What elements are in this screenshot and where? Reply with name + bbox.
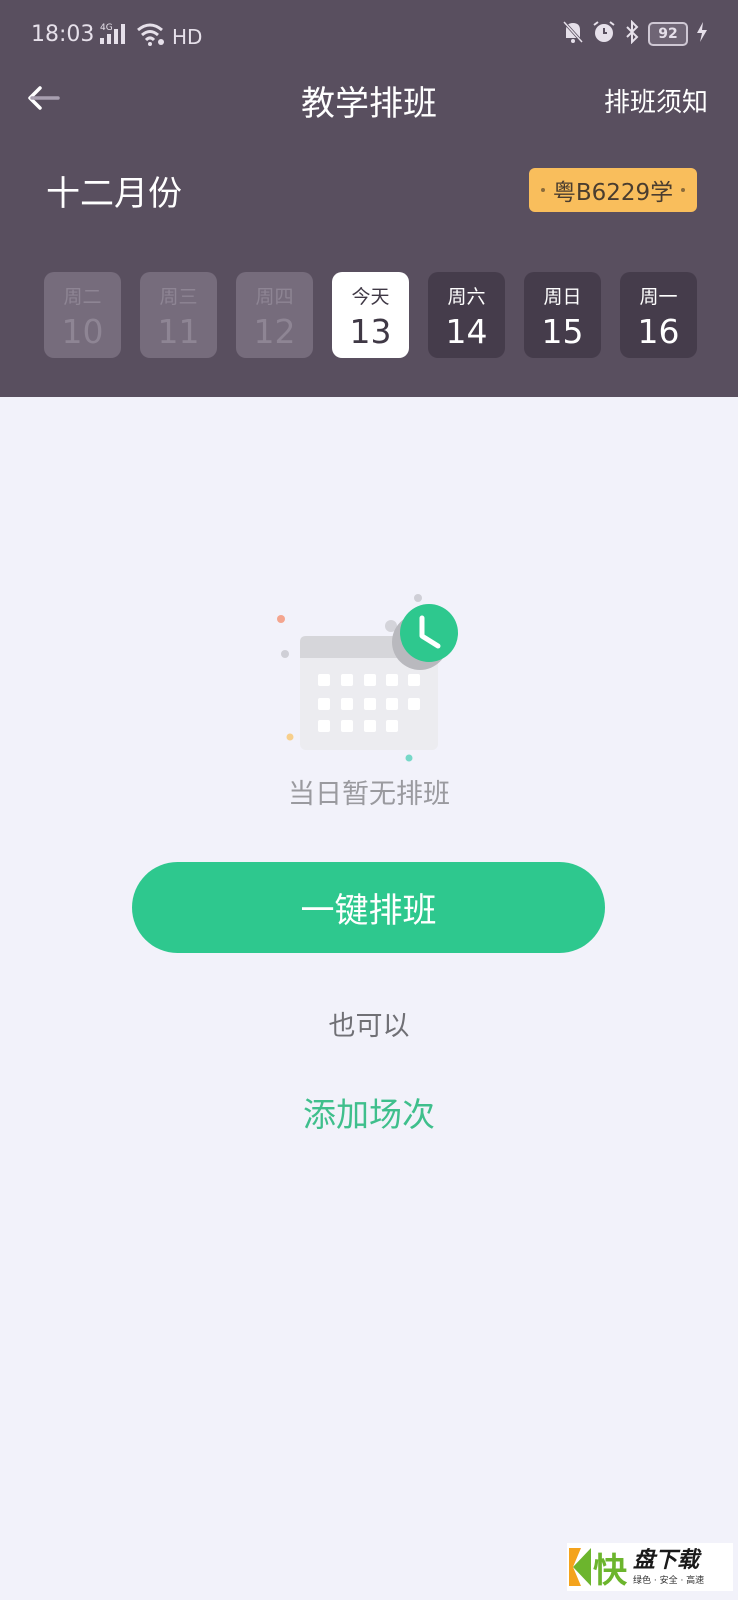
status-right-icons: 92 (562, 19, 708, 48)
day-weekday: 周一 (639, 286, 678, 308)
status-bar: 18:03 4G HD 92 (0, 0, 738, 70)
day-weekday: 周二 (63, 286, 102, 308)
day-selector: 周二 10 周三 11 周四 12 今天 13 周六 14 周日 15 周一 1… (44, 272, 697, 358)
bluetooth-icon (624, 19, 640, 48)
plate-number: 粤B6229学 (552, 180, 674, 206)
day-date: 12 (253, 312, 296, 351)
mute-icon (562, 20, 584, 48)
wifi-icon (136, 22, 166, 51)
nav-bar: 教学排班 排班须知 (0, 70, 738, 126)
status-left-icons: 4G HD (100, 22, 202, 51)
plate-number-selector[interactable]: 粤B6229学 (529, 168, 697, 212)
scheduling-notice-link[interactable]: 排班须知 (604, 82, 708, 119)
empty-state-text: 当日暂无排班 (288, 779, 450, 810)
one-click-schedule-button[interactable]: 一键排班 (132, 862, 605, 953)
day-weekday: 今天 (351, 286, 390, 308)
calendar-clock-icon (270, 590, 470, 770)
day-date: 16 (637, 312, 680, 351)
signal-icon: 4G (100, 22, 130, 51)
day-date: 13 (349, 312, 392, 351)
day-item[interactable]: 周一 16 (620, 272, 697, 358)
plate-dot (540, 188, 545, 192)
day-weekday: 周日 (543, 286, 582, 308)
alarm-icon (592, 20, 616, 48)
month-label: 十二月份 (46, 174, 182, 214)
watermark-slogan: 绿色 · 安全 · 高速 (633, 1575, 705, 1586)
day-item[interactable]: 周四 12 (236, 272, 313, 358)
add-session-link[interactable]: 添加场次 (0, 1088, 738, 1136)
day-date: 15 (541, 312, 584, 351)
day-item[interactable]: 周二 10 (44, 272, 121, 358)
plate-dot (681, 188, 686, 192)
day-weekday: 周四 (255, 286, 294, 308)
day-item[interactable]: 周六 14 (428, 272, 505, 358)
battery-icon: 92 (648, 22, 688, 46)
day-weekday: 周三 (159, 286, 198, 308)
watermark-name: 盘下载 (633, 1547, 700, 1573)
day-date: 11 (157, 312, 200, 351)
day-item[interactable]: 周日 15 (524, 272, 601, 358)
hd-icon: HD (172, 24, 203, 49)
day-item-today[interactable]: 今天 13 (332, 272, 409, 358)
k-logo-icon (569, 1548, 591, 1586)
status-time: 18:03 (31, 22, 95, 47)
day-item[interactable]: 周三 11 (140, 272, 217, 358)
day-date: 14 (445, 312, 488, 351)
watermark-kuai: 快 (593, 1550, 627, 1591)
day-weekday: 周六 (447, 286, 486, 308)
alternative-text: 也可以 (328, 1011, 410, 1042)
svg-text:4G: 4G (100, 23, 113, 33)
header: 18:03 4G HD 92 教学排班 排班须知 十二月份 粤B6229学 周二… (0, 0, 738, 397)
day-date: 10 (61, 312, 104, 351)
charging-icon (696, 22, 708, 46)
watermark-logo: 快 盘下载 绿色 · 安全 · 高速 (567, 1543, 733, 1591)
